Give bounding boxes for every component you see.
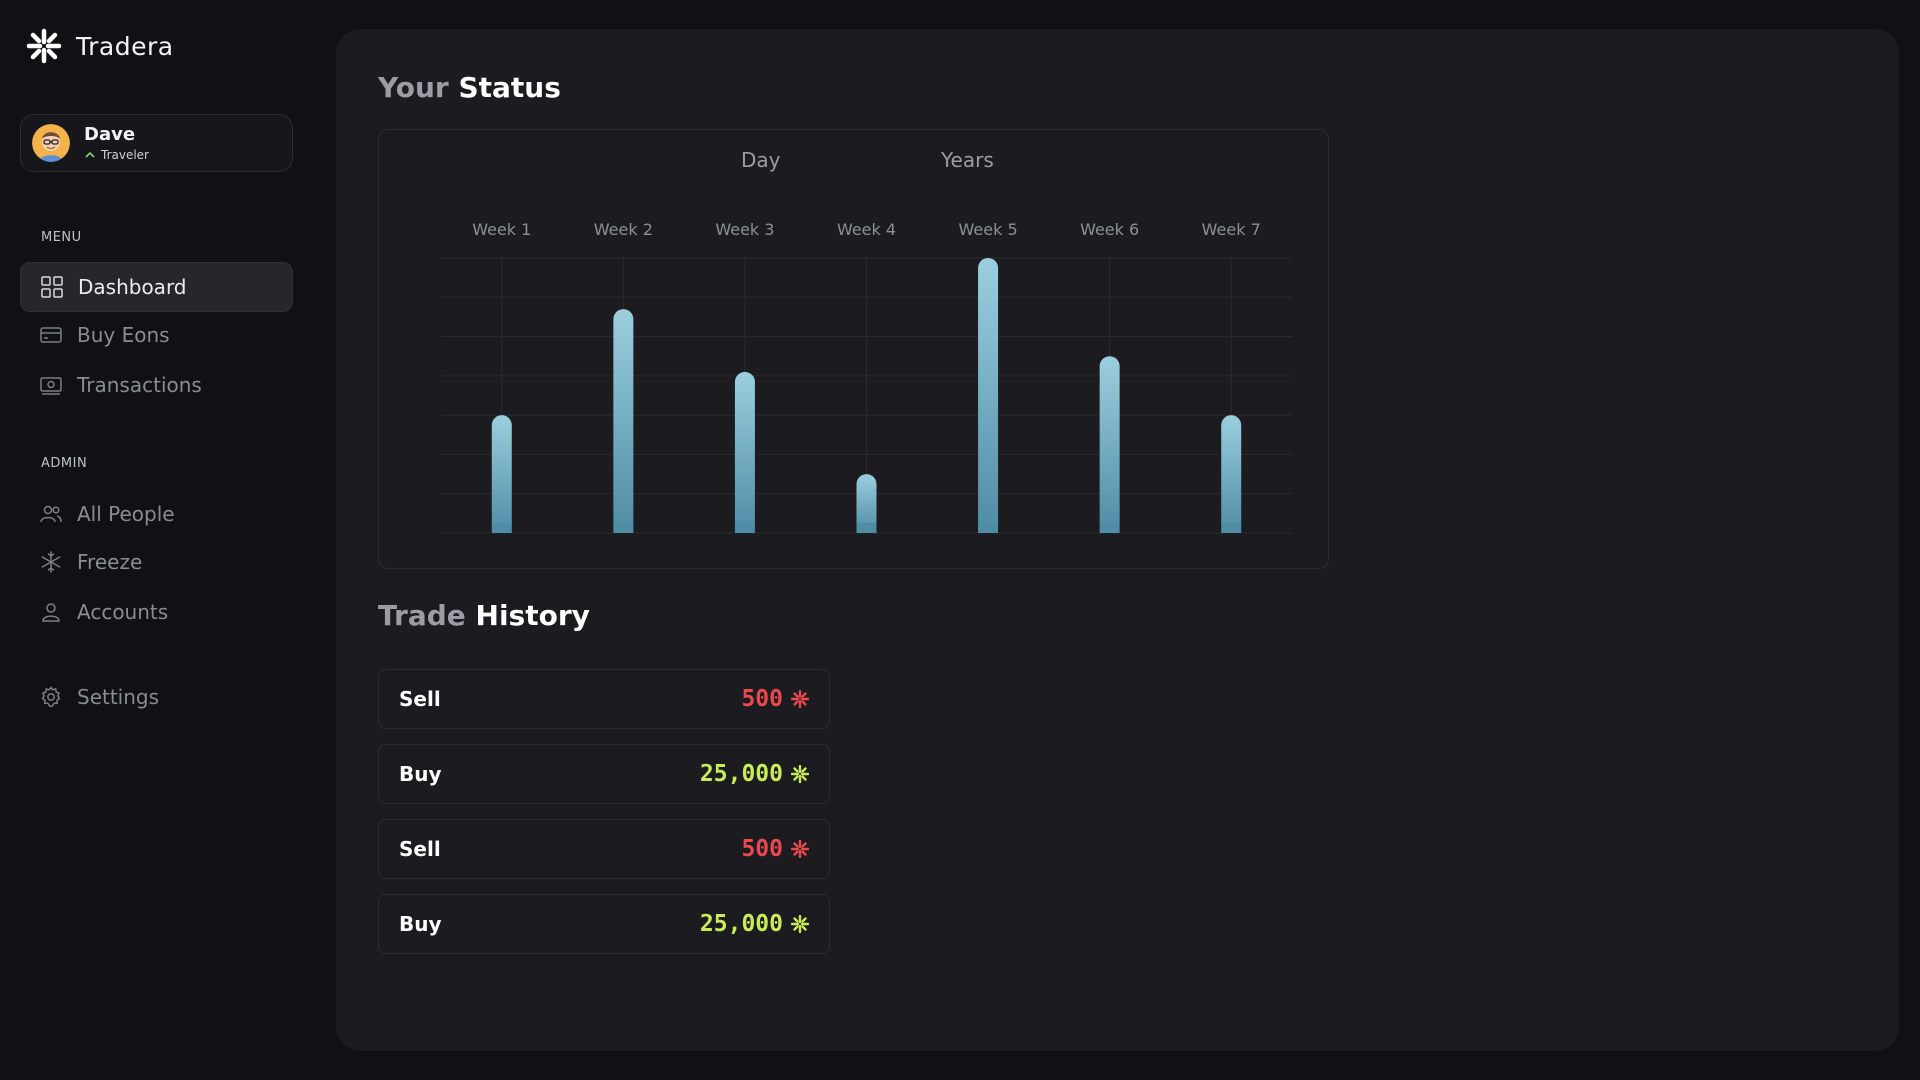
- nav-label: Freeze: [77, 550, 143, 574]
- user-name: Dave: [84, 124, 136, 145]
- chart-bar[interactable]: [734, 371, 755, 533]
- nav-label: Settings: [77, 685, 160, 709]
- nav-item-accounts[interactable]: Accounts: [20, 587, 293, 637]
- user-role: Traveler: [84, 148, 149, 162]
- menu-section-label: MENU: [41, 230, 82, 245]
- eon-coin-icon: [791, 690, 809, 708]
- trade-amount: 500: [741, 836, 809, 862]
- trade-amount-value: 25,000: [699, 911, 783, 937]
- chart-bar-base: [856, 523, 877, 533]
- chart-bar-base: [613, 523, 634, 533]
- history-title-light: Trade: [378, 599, 466, 632]
- trade-row[interactable]: Buy 25,000: [378, 894, 830, 954]
- grid-icon: [41, 276, 63, 298]
- brand-name: Tradera: [76, 31, 174, 61]
- trade-amount: 500: [741, 686, 809, 712]
- x-tick-label: Week 6: [1080, 220, 1139, 239]
- user-icon: [42, 603, 60, 622]
- nav-label: Accounts: [77, 600, 169, 624]
- x-tick-label: Week 2: [594, 220, 653, 239]
- chart-bar-base: [734, 523, 755, 533]
- x-tick-label: Week 3: [715, 220, 774, 239]
- brand[interactable]: Tradera: [26, 28, 174, 64]
- nav-item-all-people[interactable]: All People: [20, 489, 293, 539]
- status-title: Your Status: [378, 71, 561, 104]
- chart-bar[interactable]: [1221, 415, 1242, 533]
- sidebar: Tradera Dave Traveler MENU Dashboard Buy…: [0, 0, 335, 1080]
- trade-type: Sell: [399, 687, 441, 711]
- chart-bar-base: [491, 523, 512, 533]
- people-icon: [40, 505, 62, 523]
- eon-coin-icon: [791, 840, 809, 858]
- logo-icon: [26, 28, 62, 64]
- trade-amount-value: 500: [741, 686, 783, 712]
- chart-bar[interactable]: [978, 258, 999, 533]
- card-icon: [40, 327, 62, 343]
- trade-type: Sell: [399, 837, 441, 861]
- chart-bar-base: [1221, 523, 1242, 533]
- nav-item-settings[interactable]: Settings: [20, 672, 293, 722]
- trade-row[interactable]: Sell 500: [378, 819, 830, 879]
- user-card[interactable]: Dave Traveler: [20, 114, 293, 172]
- chart-bar[interactable]: [491, 415, 512, 533]
- history-title: Trade History: [378, 599, 590, 632]
- trade-row[interactable]: Buy 25,000: [378, 744, 830, 804]
- gear-icon: [41, 686, 61, 708]
- trade-type: Buy: [399, 762, 442, 786]
- user-role-label: Traveler: [101, 148, 149, 162]
- nav-label: Dashboard: [78, 275, 187, 299]
- eon-coin-icon: [791, 765, 809, 783]
- eon-coin-icon: [791, 915, 809, 933]
- trade-amount: 25,000: [700, 761, 809, 787]
- trade-row[interactable]: Sell 500: [378, 669, 830, 729]
- snowflake-icon: [41, 551, 61, 573]
- app-root: Tradera Dave Traveler MENU Dashboard Buy…: [0, 0, 1920, 1080]
- trade-amount-value: 500: [741, 836, 783, 862]
- status-title-bold: Status: [458, 71, 561, 104]
- x-tick-label: Week 5: [959, 220, 1018, 239]
- nav-item-freeze[interactable]: Freeze: [20, 537, 293, 587]
- cash-icon: [40, 377, 62, 395]
- chart-bar[interactable]: [613, 309, 634, 533]
- main-panel: Your Status Day Years Week 1 Week 2 Week 3…: [336, 29, 1899, 1051]
- bar-chart: Week 1 Week 2 Week 3 Week 4 Week 5 Week 6 Week…: [441, 220, 1292, 534]
- user-info: Dave Traveler: [84, 124, 149, 162]
- nav-item-transactions[interactable]: Transactions: [20, 360, 293, 410]
- x-tick-label: Week 1: [472, 220, 531, 239]
- trade-amount: 25,000: [700, 911, 809, 937]
- history-title-bold: History: [475, 599, 590, 632]
- trade-type: Buy: [399, 912, 442, 936]
- chart-bar-base: [1099, 523, 1120, 533]
- x-tick-label: Week 7: [1202, 220, 1261, 239]
- chevron-up-icon: [85, 151, 95, 158]
- nav-label: Buy Eons: [77, 323, 170, 347]
- trade-amount-value: 25,000: [699, 761, 783, 787]
- nav-label: Transactions: [77, 373, 202, 397]
- chart-bar-base: [978, 523, 999, 533]
- nav-label: All People: [77, 502, 175, 526]
- status-title-light: Your: [378, 71, 449, 104]
- avatar: [32, 124, 70, 162]
- nav-item-dashboard[interactable]: Dashboard: [20, 262, 293, 312]
- chart-bar[interactable]: [1099, 356, 1120, 533]
- admin-section-label: ADMIN: [41, 456, 88, 471]
- status-chart-card: Day Years Week 1 Week 2 Week 3 Week 4 Week 5…: [378, 129, 1329, 569]
- x-tick-label: Week 4: [837, 220, 896, 239]
- nav-item-buy-eons[interactable]: Buy Eons: [20, 310, 293, 360]
